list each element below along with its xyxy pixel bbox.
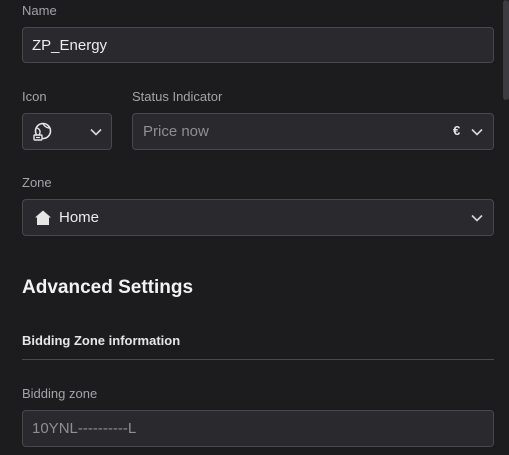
zone-label: Zone xyxy=(22,175,52,190)
scrollbar[interactable] xyxy=(503,0,509,100)
status-indicator-placeholder: Price now xyxy=(143,123,209,140)
euro-icon: € xyxy=(453,123,461,138)
settings-panel: Name ZP_Energy Icon Status Indicator Pri… xyxy=(0,0,509,455)
icon-label: Icon xyxy=(22,89,47,104)
bidding-zone-value: 10YNL----------L xyxy=(32,420,137,437)
name-input-value: ZP_Energy xyxy=(32,36,108,54)
zone-value: Home xyxy=(59,209,100,226)
bidding-zone-input[interactable]: 10YNL----------L xyxy=(22,410,494,447)
bidding-zone-section-title: Bidding Zone information xyxy=(22,333,181,348)
zone-select[interactable]: Home xyxy=(22,199,494,236)
chevron-down-icon xyxy=(471,128,483,136)
name-label: Name xyxy=(22,3,57,18)
advanced-settings-title: Advanced Settings xyxy=(22,277,194,298)
icon-select[interactable] xyxy=(22,113,112,150)
status-indicator-label: Status Indicator xyxy=(132,89,223,104)
status-indicator-select[interactable]: Price now € xyxy=(132,113,494,150)
home-icon xyxy=(34,209,52,227)
name-input[interactable]: ZP_Energy xyxy=(22,27,494,63)
chevron-down-icon xyxy=(90,128,102,136)
chevron-down-icon xyxy=(471,214,483,222)
section-divider xyxy=(22,359,494,360)
energy-globe-icon xyxy=(33,122,53,142)
bidding-zone-label: Bidding zone xyxy=(22,386,98,401)
